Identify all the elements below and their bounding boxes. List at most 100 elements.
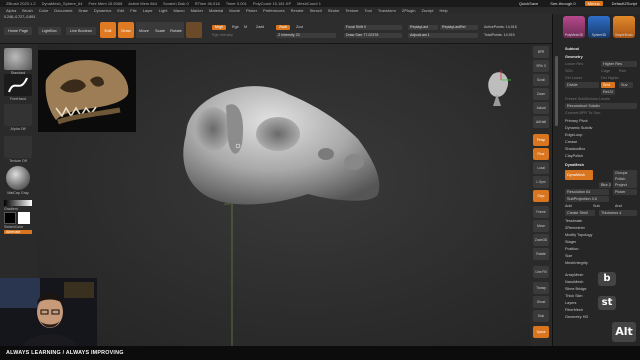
menu-material[interactable]: Material: [209, 8, 223, 13]
reconstruct-subdiv-button[interactable]: Reconstruct Subdiv: [565, 103, 637, 109]
menu-marker[interactable]: Marker: [191, 8, 203, 13]
blur-slider[interactable]: Blur 2: [599, 182, 611, 188]
menu-dynamics[interactable]: Dynamics: [94, 8, 112, 13]
higher-res-button[interactable]: Higher Res: [601, 61, 637, 67]
picker-toggle[interactable]: Picker: [613, 189, 637, 195]
transp-button[interactable]: Transp: [533, 282, 549, 294]
rstr-button[interactable]: Rstr: [619, 68, 633, 74]
cage-button[interactable]: Cage: [601, 68, 615, 74]
texture-picker[interactable]: Texture Off: [4, 136, 32, 163]
create-shell-button[interactable]: Create Shell: [565, 210, 595, 216]
menu-layer[interactable]: Layer: [143, 8, 153, 13]
scroll-button[interactable]: Scroll: [533, 74, 549, 86]
project-toggle[interactable]: Project: [613, 182, 637, 188]
menu-picker[interactable]: Picker: [246, 8, 257, 13]
material-picker[interactable]: MatCap Gray: [4, 166, 32, 195]
menu-brush[interactable]: Brush: [22, 8, 32, 13]
sdiv-slider[interactable]: SDiv: [565, 68, 585, 74]
palette-scrollbar[interactable]: [555, 56, 558, 126]
thickness-slider[interactable]: Thickness 4: [599, 210, 637, 216]
draw-size-slider[interactable]: Draw Size 77.02378: [344, 33, 402, 38]
replay-last-button[interactable]: ReplayLast: [408, 25, 438, 30]
menus-button[interactable]: Menus: [584, 1, 603, 6]
menu-edit[interactable]: Edit: [117, 8, 124, 13]
del-higher-button[interactable]: Del Higher: [601, 75, 637, 81]
polyf-button[interactable]: Line Fill PolyF: [533, 266, 549, 286]
zoom3d-button[interactable]: Zoom3D: [533, 234, 549, 246]
scale-button[interactable]: Scale: [152, 22, 168, 38]
menu-macro[interactable]: Macro: [173, 8, 184, 13]
rotate-button[interactable]: Rotate: [168, 22, 184, 38]
menu-preferences[interactable]: Preferences: [263, 8, 285, 13]
adjust-last-slider[interactable]: AdjustLast 1: [408, 33, 478, 38]
menu-render[interactable]: Render: [291, 8, 304, 13]
convert-bpr-button[interactable]: Convert BPR To Geo: [565, 110, 637, 116]
rgb-intensity-slider[interactable]: Rgb Intensity: [212, 33, 233, 37]
bpr-button[interactable]: BPR: [533, 46, 549, 58]
menu-color[interactable]: Color: [39, 8, 49, 13]
m-toggle[interactable]: M: [244, 25, 247, 29]
actual-button[interactable]: Actual: [533, 102, 549, 114]
menu-help[interactable]: Help: [439, 8, 447, 13]
ghost-button[interactable]: Ghost: [533, 296, 549, 308]
geometry-hd-section[interactable]: Geometry HD: [565, 314, 637, 320]
spix-button[interactable]: SPix 3: [533, 60, 549, 72]
replay-last-rel-button[interactable]: ReplayLastRel: [440, 25, 478, 30]
gradient-block[interactable]: Gradient SwitchColor Alternate: [4, 200, 32, 234]
seethrough-slider[interactable]: See-through 0: [547, 1, 578, 6]
material-swatch[interactable]: [186, 22, 202, 38]
rotate-view-button[interactable]: Rotate: [533, 248, 549, 260]
menu-stencil[interactable]: Stencil: [310, 8, 322, 13]
lower-res-button[interactable]: Lower Res: [565, 61, 599, 67]
reuv-toggle[interactable]: ReUV: [601, 89, 615, 95]
size-section[interactable]: Size: [565, 253, 637, 259]
stroke-picker[interactable]: FreeHand: [4, 74, 32, 101]
tessimate-section[interactable]: Tessimate: [565, 218, 637, 224]
lsym-button[interactable]: L.Sym: [533, 176, 549, 188]
subprojection-slider[interactable]: SubProjection 0.6: [565, 196, 609, 202]
zoom-button[interactable]: Zoom: [533, 88, 549, 100]
menu-alpha[interactable]: Alpha: [6, 8, 16, 13]
menu-draw[interactable]: Draw: [78, 8, 87, 13]
switchcolor-button[interactable]: SwitchColor: [4, 225, 32, 229]
sphere3d-icon[interactable]: Sphere3D: [588, 16, 610, 38]
divide-button[interactable]: Divide: [565, 82, 599, 88]
zremesher-section[interactable]: ZRemesher: [565, 225, 637, 231]
brush-picker[interactable]: Standard: [4, 48, 32, 75]
menu-zscript[interactable]: Zscript: [421, 8, 433, 13]
del-lower-button[interactable]: Del Lower: [565, 75, 599, 81]
persp-button[interactable]: Persp: [533, 134, 549, 146]
alpha-picker[interactable]: Alpha Off: [4, 104, 32, 131]
tab-live-boolean[interactable]: Live Boolean: [66, 27, 96, 35]
dynamic-subdiv-section[interactable]: Dynamic Subdiv: [565, 125, 637, 131]
menu-tool[interactable]: Tool: [364, 8, 371, 13]
quicksave-button[interactable]: QuickSave: [516, 1, 541, 6]
floor-button[interactable]: Floor: [533, 148, 549, 160]
tab-lightbox[interactable]: LightBox: [38, 27, 61, 35]
menu-file[interactable]: File: [130, 8, 136, 13]
local-button[interactable]: Local: [533, 162, 549, 174]
crease-section[interactable]: Crease: [565, 139, 637, 145]
tab-home-page[interactable]: Home Page: [4, 27, 33, 35]
secondary-color-swatch[interactable]: [18, 212, 30, 224]
move-view-button[interactable]: Move: [533, 220, 549, 232]
freeze-subdiv-button[interactable]: Freeze SubDivision Levels: [565, 96, 637, 102]
mrgb-toggle[interactable]: Mrgb: [212, 25, 227, 30]
suv-toggle[interactable]: Suv: [619, 82, 633, 88]
zcut-toggle[interactable]: Zcut: [296, 25, 303, 29]
edgeloop-section[interactable]: EdgeLoop: [565, 132, 637, 138]
navigation-head-gizmo[interactable]: [488, 70, 511, 106]
geometry-header[interactable]: Geometry: [565, 54, 637, 60]
frame-button[interactable]: Frame: [533, 206, 549, 218]
resolution-slider[interactable]: Resolution 64: [565, 189, 609, 195]
simplebrush-icon[interactable]: SimpleBrush: [613, 16, 635, 38]
position-section[interactable]: Position: [565, 246, 637, 252]
zadd-toggle[interactable]: Zadd: [256, 25, 264, 29]
and-button[interactable]: And: [615, 203, 635, 209]
menu-zplugin[interactable]: ZPlugin: [402, 8, 416, 13]
z-intensity-slider[interactable]: Z Intensity 23: [276, 33, 336, 38]
zsub-toggle[interactable]: Zsub: [276, 25, 290, 30]
focal-shift-slider[interactable]: Focal Shift 0: [344, 25, 402, 30]
aahalf-button[interactable]: AAHalf: [533, 116, 549, 128]
alternate-button[interactable]: Alternate: [4, 230, 32, 234]
